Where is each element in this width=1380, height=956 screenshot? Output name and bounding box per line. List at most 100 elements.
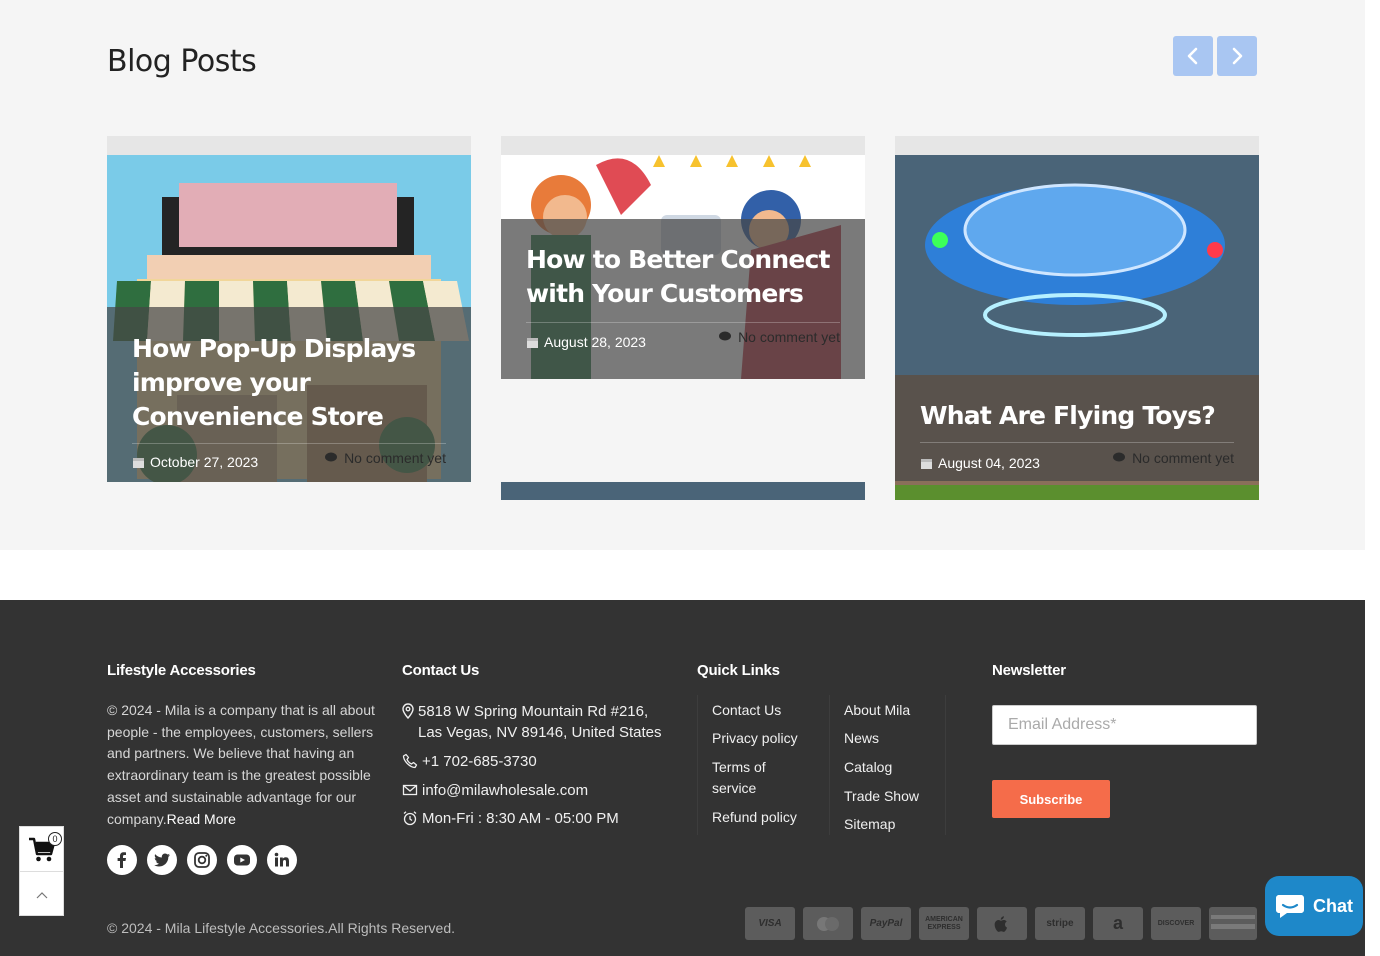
map-pin-icon bbox=[402, 703, 414, 719]
card-caption-overlay: How to Better Connect with Your Customer… bbox=[501, 219, 865, 379]
footer-link-news[interactable]: News bbox=[844, 728, 879, 749]
instagram-link[interactable] bbox=[187, 845, 217, 875]
chat-button[interactable]: Chat bbox=[1265, 876, 1363, 936]
footer-link-catalog[interactable]: Catalog bbox=[844, 757, 892, 778]
contact-email[interactable]: info@milawholesale.com bbox=[402, 780, 588, 801]
email-text: info@milawholesale.com bbox=[422, 782, 589, 799]
envelope-icon bbox=[402, 784, 418, 796]
site-footer: Lifestyle Accessories © 2024 - Mila is a… bbox=[0, 600, 1365, 956]
phone-text: +1 702-685-3730 bbox=[422, 753, 537, 770]
visa-icon: VISA bbox=[745, 907, 795, 940]
chevron-right-icon bbox=[1232, 47, 1243, 65]
blog-post-title[interactable]: How Pop-Up Displays improve your Conveni… bbox=[132, 332, 451, 434]
mastercard-icon bbox=[803, 907, 853, 940]
quicklinks-divider bbox=[697, 695, 698, 835]
linkedin-link[interactable] bbox=[267, 845, 297, 875]
post-date-text: August 28, 2023 bbox=[544, 334, 646, 350]
footer-link-about-mila[interactable]: About Mila bbox=[844, 700, 910, 721]
facebook-icon bbox=[117, 852, 126, 868]
scroll-to-top-button[interactable] bbox=[20, 873, 63, 916]
twitter-icon bbox=[154, 853, 170, 867]
blog-section: Blog Posts How Pop-Up Displays improve y… bbox=[0, 0, 1365, 550]
paypal-label: PayPal bbox=[869, 918, 903, 929]
blog-post-title[interactable]: How to Better Connect with Your Customer… bbox=[526, 243, 845, 311]
stripe-label: stripe bbox=[1046, 918, 1074, 929]
generic-card-icon bbox=[1209, 907, 1257, 940]
apple-pay-icon bbox=[977, 907, 1027, 940]
post-comments-text: No comment yet bbox=[738, 329, 840, 345]
blog-card[interactable]: How Pop-Up Displays improve your Conveni… bbox=[107, 136, 471, 482]
carousel-prev-button[interactable] bbox=[1173, 36, 1213, 76]
contact-hours: Mon-Fri : 8:30 AM - 05:00 PM bbox=[402, 808, 619, 829]
cart-button[interactable]: 0 bbox=[20, 827, 63, 872]
post-date-text: August 04, 2023 bbox=[938, 455, 1040, 471]
hours-text: Mon-Fri : 8:30 AM - 05:00 PM bbox=[422, 810, 619, 827]
comment-icon bbox=[719, 331, 732, 341]
blog-card[interactable]: How to Better Connect with Your Customer… bbox=[501, 136, 865, 500]
alarm-clock-icon bbox=[403, 811, 417, 826]
card-top-strip bbox=[501, 136, 865, 155]
amazon-label: a bbox=[1112, 913, 1123, 933]
post-comments[interactable]: No comment yet bbox=[1113, 450, 1234, 466]
contact-address: 5818 W Spring Mountain Rd #216, Las Vega… bbox=[402, 701, 662, 743]
linkedin-icon bbox=[274, 852, 289, 867]
post-comments[interactable]: No comment yet bbox=[719, 329, 840, 345]
chevron-left-icon bbox=[1187, 47, 1198, 65]
discover-icon: DISCOVER bbox=[1151, 907, 1201, 940]
post-comments-text: No comment yet bbox=[1132, 450, 1234, 466]
footer-contact-heading: Contact Us bbox=[402, 662, 480, 679]
discover-label: DISCOVER bbox=[1157, 920, 1195, 927]
calendar-icon bbox=[921, 458, 932, 469]
newsletter-email-input[interactable] bbox=[992, 705, 1257, 745]
twitter-link[interactable] bbox=[147, 845, 177, 875]
subscribe-button[interactable]: Subscribe bbox=[992, 780, 1110, 818]
chevron-up-icon bbox=[36, 892, 48, 899]
card-divider bbox=[132, 443, 446, 444]
footer-link-refund-policy[interactable]: Refund policy bbox=[712, 807, 797, 828]
footer-link-terms-of-service[interactable]: Terms of service bbox=[712, 757, 802, 799]
quicklinks-divider bbox=[945, 695, 946, 835]
card-top-strip bbox=[895, 136, 1259, 155]
footer-link-trade-show[interactable]: Trade Show bbox=[844, 786, 919, 807]
card-divider bbox=[920, 442, 1234, 443]
footer-quicklinks-heading: Quick Links bbox=[697, 662, 780, 679]
stripe-icon: stripe bbox=[1035, 907, 1085, 940]
footer-link-privacy-policy[interactable]: Privacy policy bbox=[712, 728, 798, 749]
post-comments[interactable]: No comment yet bbox=[325, 450, 446, 466]
amex-label: AMERICAN EXPRESS bbox=[925, 915, 963, 931]
card-top-strip bbox=[107, 136, 471, 155]
blog-card[interactable]: What Are Flying Toys? August 04, 2023 No… bbox=[895, 136, 1259, 500]
card-image-bottom-edge bbox=[501, 482, 865, 500]
card-divider bbox=[526, 322, 840, 323]
quicklinks-divider bbox=[829, 695, 830, 835]
floating-cart-widget: 0 bbox=[19, 826, 64, 916]
footer-newsletter-heading: Newsletter bbox=[992, 662, 1066, 679]
footer-about-heading: Lifestyle Accessories bbox=[107, 662, 256, 679]
calendar-icon bbox=[527, 337, 538, 348]
footer-about-text: © 2024 - Mila is a company that is all a… bbox=[107, 700, 377, 830]
paypal-icon: PayPal bbox=[861, 907, 911, 940]
facebook-link[interactable] bbox=[107, 845, 137, 875]
contact-phone[interactable]: +1 702-685-3730 bbox=[402, 751, 537, 772]
post-comments-text: No comment yet bbox=[344, 450, 446, 466]
visa-label: VISA bbox=[758, 918, 782, 929]
read-more-link[interactable]: Read More bbox=[167, 811, 236, 827]
amex-icon: AMERICAN EXPRESS bbox=[919, 907, 969, 940]
footer-link-sitemap[interactable]: Sitemap bbox=[844, 814, 895, 835]
footer-link-contact-us[interactable]: Contact Us bbox=[712, 700, 781, 721]
post-date: August 28, 2023 bbox=[526, 334, 646, 350]
youtube-link[interactable] bbox=[227, 845, 257, 875]
card-caption-overlay: What Are Flying Toys? August 04, 2023 No… bbox=[895, 375, 1259, 481]
blog-post-title[interactable]: What Are Flying Toys? bbox=[920, 399, 1239, 433]
address-text: 5818 W Spring Mountain Rd #216, Las Vega… bbox=[418, 703, 662, 741]
post-date: August 04, 2023 bbox=[920, 455, 1040, 471]
carousel-next-button[interactable] bbox=[1217, 36, 1257, 76]
cart-count-badge: 0 bbox=[48, 832, 62, 846]
post-date-text: October 27, 2023 bbox=[150, 454, 259, 470]
chat-bubble-icon bbox=[1276, 895, 1304, 918]
amazon-pay-icon: a bbox=[1093, 907, 1143, 940]
copyright-text: © 2024 - Mila Lifestyle Accessories.All … bbox=[107, 920, 456, 936]
comment-icon bbox=[325, 452, 338, 462]
calendar-icon bbox=[133, 457, 144, 468]
card-caption-overlay: How Pop-Up Displays improve your Conveni… bbox=[107, 307, 471, 482]
